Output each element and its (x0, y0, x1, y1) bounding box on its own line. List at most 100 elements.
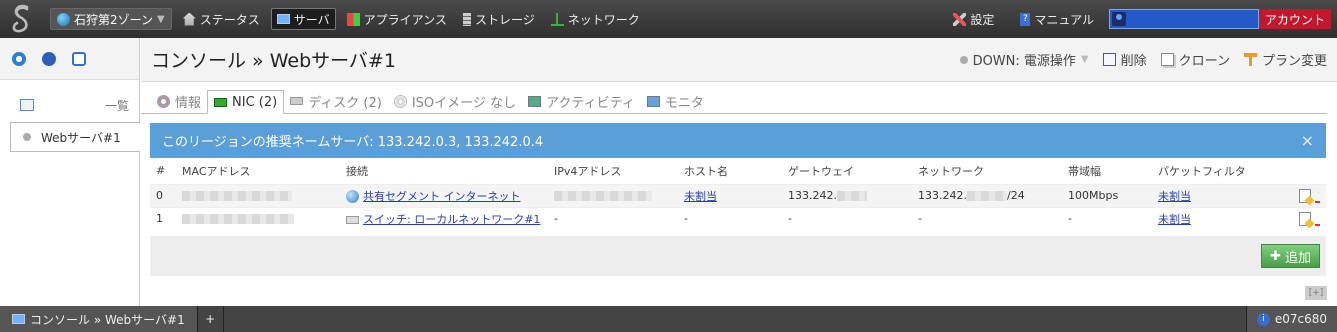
add-nic-button[interactable]: ✚ 追加 (1261, 244, 1320, 268)
build-label: e07c680 (1274, 312, 1327, 326)
home-icon (182, 12, 196, 26)
nav-server[interactable]: サーバ (270, 8, 336, 30)
bandwidth-cell: 100Mbps (1062, 183, 1152, 207)
help-icon[interactable] (42, 51, 56, 66)
edit-icon[interactable] (1299, 211, 1311, 226)
page-title: コンソール » Webサーバ#1 (151, 50, 396, 72)
redacted-mac (182, 214, 294, 225)
plan-change-button[interactable]: プラン変更 (1243, 50, 1327, 69)
power-menu[interactable]: DOWN: 電源操作 ▼ (959, 50, 1089, 69)
gateway-value: 133.242. (788, 189, 837, 202)
nameserver-alert: このリージョンの推奨ネームサーバ: 133.242.0.3, 133.242.0… (150, 123, 1326, 158)
tab-activity-label: アクティビティ (546, 95, 635, 111)
nav-network-label: ネットワーク (567, 12, 640, 27)
nav-status[interactable]: ステータス (178, 8, 265, 30)
tab-disk-label: ディスク (2) (308, 95, 382, 111)
refresh-icon[interactable] (12, 51, 26, 66)
manual-link[interactable]: ? マニュアル (1015, 8, 1099, 30)
nav-status-label: ステータス (199, 12, 260, 27)
info-icon: i (1256, 312, 1270, 326)
nav-storage-label: ストレージ (474, 12, 535, 27)
ipv4-cell (548, 183, 678, 207)
tab-info-label: 情報 (175, 95, 202, 111)
network-mask: /24 (1006, 189, 1025, 202)
gateway-cell: - (782, 206, 912, 230)
network-icon (550, 12, 564, 26)
storage-icon (462, 12, 471, 26)
nic-table: # MACアドレス 接続 IPv4アドレス ホスト名 ゲートウェイ ネットワーク… (150, 158, 1326, 230)
list-header[interactable]: 一覧 (0, 94, 139, 116)
globe-icon (57, 12, 70, 26)
sidebar-item-webserver[interactable]: Webサーバ#1 (10, 122, 140, 152)
col-index: # (156, 164, 166, 178)
chevron-down-icon: ▼ (157, 13, 165, 25)
delete-button[interactable]: 削除 (1102, 50, 1147, 69)
monitor-icon (646, 95, 660, 107)
nav-appliance[interactable]: アプライアンス (342, 8, 452, 30)
connection-cell: スイッチ: ローカルネットワーク#1 (340, 206, 548, 230)
tab-nic[interactable]: NIC (2) (207, 90, 285, 114)
tab-monitor-label: モニタ (664, 95, 704, 111)
close-icon[interactable]: × (1301, 131, 1314, 150)
ipv4-cell: - (548, 206, 678, 230)
user-icon (1111, 12, 1126, 26)
network-prefix: 133.242. (918, 189, 967, 202)
remove-icon[interactable] (1315, 223, 1320, 226)
hammer-icon (1243, 53, 1257, 66)
nav-storage[interactable]: ストレージ (458, 8, 540, 30)
nav-network[interactable]: ネットワーク (546, 8, 645, 30)
gear-icon (157, 94, 170, 108)
actions-cell (1292, 183, 1326, 207)
tab-info[interactable]: 情報 (151, 89, 207, 113)
tab-iso[interactable]: ISOイメージ なし (388, 89, 522, 113)
row-index: 0 (150, 183, 176, 207)
clone-button[interactable]: クローン (1160, 50, 1230, 69)
zone-selector[interactable]: 石狩第2ゾーン ▼ (50, 8, 172, 30)
gateway-cell: 133.242. (782, 183, 912, 207)
connection-link[interactable]: スイッチ: ローカルネットワーク#1 (363, 213, 540, 226)
switch-icon (346, 215, 359, 224)
col-connection: 接続 (346, 164, 368, 178)
hostname-cell: - (678, 206, 782, 230)
redacted-network (966, 191, 1007, 201)
tab-nic-label: NIC (2) (232, 94, 278, 110)
expand-button[interactable]: [+] (1305, 286, 1327, 300)
nav-server-label: サーバ (293, 12, 330, 27)
row-index: 1 (150, 206, 176, 230)
back-icon[interactable] (72, 51, 86, 66)
new-tab-button[interactable]: + (198, 306, 224, 332)
build-info: i e07c680 (1245, 306, 1337, 332)
taskbar-tab-console[interactable]: コンソール » Webサーバ#1 (0, 306, 198, 332)
tab-activity[interactable]: アクティビティ (522, 89, 641, 113)
settings-label: 設定 (970, 12, 995, 27)
user-menu[interactable] (1108, 9, 1259, 29)
redacted-ipv4 (554, 191, 652, 201)
settings-link[interactable]: 設定 (948, 8, 999, 30)
account-button[interactable]: アカウント (1258, 9, 1331, 29)
app-logo[interactable] (0, 0, 44, 38)
redacted-gateway (836, 191, 867, 201)
nic-card-icon (214, 97, 228, 107)
filter-cell: 未割当 (1152, 183, 1292, 207)
tab-disk[interactable]: ディスク (2) (284, 89, 388, 113)
top-bar: 石狩第2ゾーン ▼ ステータス サーバ アプライアンス ストレージ ネットワーク… (0, 0, 1337, 38)
connection-cell: 共有セグメント インターネット (340, 183, 548, 207)
list-book-icon (20, 99, 34, 111)
sidebar: 一覧 Webサーバ#1 (0, 38, 140, 306)
col-ipv4: IPv4アドレス (554, 164, 622, 178)
packet-filter-link[interactable]: 未割当 (1158, 213, 1191, 226)
col-actions (1292, 158, 1326, 184)
packet-filter-link[interactable]: 未割当 (1158, 190, 1191, 203)
power-status-icon (959, 55, 968, 64)
manual-label: マニュアル (1034, 12, 1094, 27)
status-dot-icon (23, 133, 31, 141)
table-row: 1 スイッチ: ローカルネットワーク#1 - - - - - 未割当 (150, 206, 1326, 230)
network-cell: - (912, 206, 1062, 230)
tab-monitor[interactable]: モニタ (641, 89, 710, 113)
trash-icon (1102, 53, 1116, 66)
connection-link[interactable]: 共有セグメント インターネット (363, 190, 521, 203)
hostname-link[interactable]: 未割当 (684, 190, 717, 203)
col-hostname: ホスト名 (684, 164, 728, 178)
edit-icon[interactable] (1299, 188, 1311, 203)
remove-icon[interactable] (1315, 200, 1320, 203)
